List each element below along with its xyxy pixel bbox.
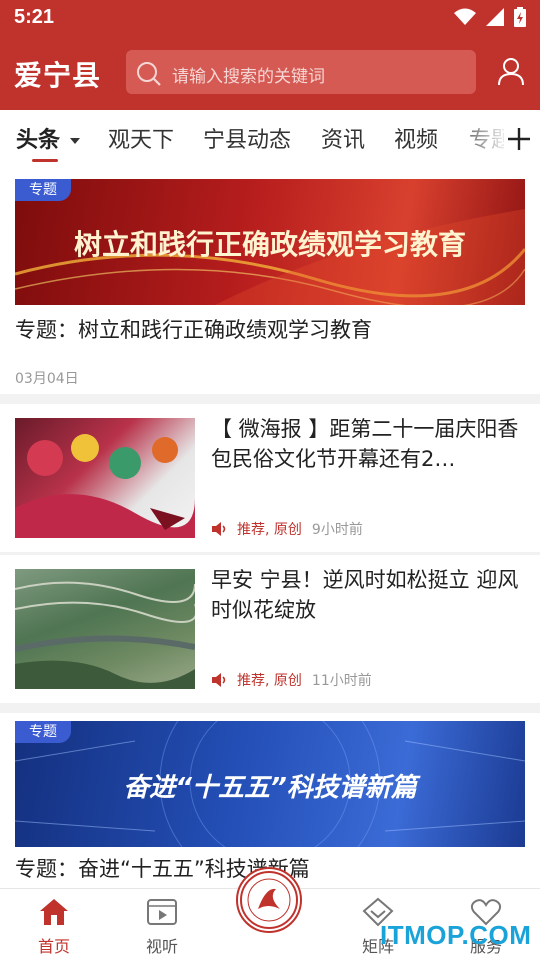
emblem-icon bbox=[240, 871, 298, 929]
wifi-icon bbox=[454, 8, 476, 25]
news-feed: 专题 树立和践行正确政绩观学习教育 专题：树立和践行正确政绩观学习教育 03月0… bbox=[0, 168, 540, 888]
active-tab-indicator bbox=[32, 159, 58, 162]
search-bar[interactable]: 请输入搜索的关键词 bbox=[126, 50, 476, 94]
nav-av[interactable]: 视听 bbox=[122, 897, 202, 957]
card-title: 专题：树立和践行正确政绩观学习教育 bbox=[15, 318, 372, 342]
news-meta: 推荐, 原创 9小时前 bbox=[211, 519, 363, 539]
news-tags: 推荐, 原创 bbox=[237, 522, 302, 538]
topic-banner: 专题 奋进“十五五”科技谱新篇 bbox=[15, 721, 525, 847]
search-icon bbox=[137, 62, 161, 86]
nav-home[interactable]: 首页 bbox=[14, 897, 94, 957]
news-thumbnail bbox=[15, 569, 195, 689]
news-title: 【 微海报 】距第二十一届庆阳香包民俗文化节开幕还有2… bbox=[211, 417, 519, 471]
speaker-icon[interactable] bbox=[211, 521, 229, 537]
news-title: 早安 宁县！逆风时如松挺立 迎风时似花绽放 bbox=[211, 568, 519, 622]
landscape-illustration bbox=[15, 581, 195, 689]
battery-charging-icon bbox=[514, 7, 526, 27]
news-item[interactable]: 【 微海报 】距第二十一届庆阳香包民俗文化节开幕还有2… 推荐, 原创 9小时前 bbox=[0, 404, 540, 552]
status-icons bbox=[454, 7, 526, 27]
app-header: 爱宁县 请输入搜索的关键词 bbox=[0, 36, 540, 110]
watermark-text: ITMOP.COM bbox=[380, 920, 532, 950]
home-icon bbox=[40, 899, 68, 925]
tab-video[interactable]: 视频 bbox=[394, 122, 438, 154]
topic-tag: 专题 bbox=[15, 179, 71, 201]
add-channel-button[interactable] bbox=[504, 113, 534, 165]
nav-label: 视听 bbox=[145, 937, 178, 956]
status-time: 5:21 bbox=[14, 6, 55, 28]
plus-icon bbox=[508, 128, 530, 150]
topic-tag: 专题 bbox=[15, 721, 71, 743]
topic-card[interactable]: 专题 树立和践行正确政绩观学习教育 专题：树立和践行正确政绩观学习教育 03月0… bbox=[0, 168, 540, 394]
news-item[interactable]: 早安 宁县！逆风时如松挺立 迎风时似花绽放 推荐, 原创 11小时前 bbox=[0, 555, 540, 703]
tab-headlines[interactable]: 头条 bbox=[16, 122, 80, 154]
topic-card[interactable]: 专题 奋进“十五五”科技谱新篇 专题：奋进“十五五”科技谱新篇 bbox=[0, 713, 540, 888]
signal-icon bbox=[486, 8, 504, 26]
news-tags: 推荐, 原创 bbox=[237, 673, 302, 689]
card-date: 03月04日 bbox=[15, 371, 79, 387]
search-placeholder: 请输入搜索的关键词 bbox=[172, 67, 325, 87]
tab-label: 头条 bbox=[16, 128, 61, 153]
emblem-button[interactable] bbox=[236, 867, 302, 933]
speaker-icon[interactable] bbox=[211, 672, 229, 688]
news-meta: 推荐, 原创 11小时前 bbox=[211, 670, 372, 690]
tabs-fade bbox=[450, 110, 510, 168]
topic-banner: 专题 树立和践行正确政绩观学习教育 bbox=[15, 179, 525, 305]
news-thumbnail bbox=[15, 418, 195, 538]
category-tabs: 头条 观天下 宁县动态 资讯 视频 专题 bbox=[0, 110, 540, 169]
sachet-illustration bbox=[15, 434, 195, 538]
news-time: 11小时前 bbox=[311, 673, 372, 689]
caret-down-icon bbox=[69, 138, 80, 144]
user-icon[interactable] bbox=[498, 58, 524, 86]
tab-world[interactable]: 观天下 bbox=[108, 122, 174, 154]
status-bar: 5:21 bbox=[0, 0, 540, 36]
app-title: 爱宁县 bbox=[14, 59, 102, 92]
tab-county-news[interactable]: 宁县动态 bbox=[203, 122, 291, 154]
video-icon bbox=[147, 899, 177, 925]
news-time: 9小时前 bbox=[311, 522, 363, 538]
banner-text: 树立和践行正确政绩观学习教育 bbox=[73, 228, 466, 261]
nav-label: 首页 bbox=[37, 937, 70, 956]
tab-info[interactable]: 资讯 bbox=[321, 122, 365, 154]
banner-text: 奋进“十五五”科技谱新篇 bbox=[123, 773, 417, 803]
